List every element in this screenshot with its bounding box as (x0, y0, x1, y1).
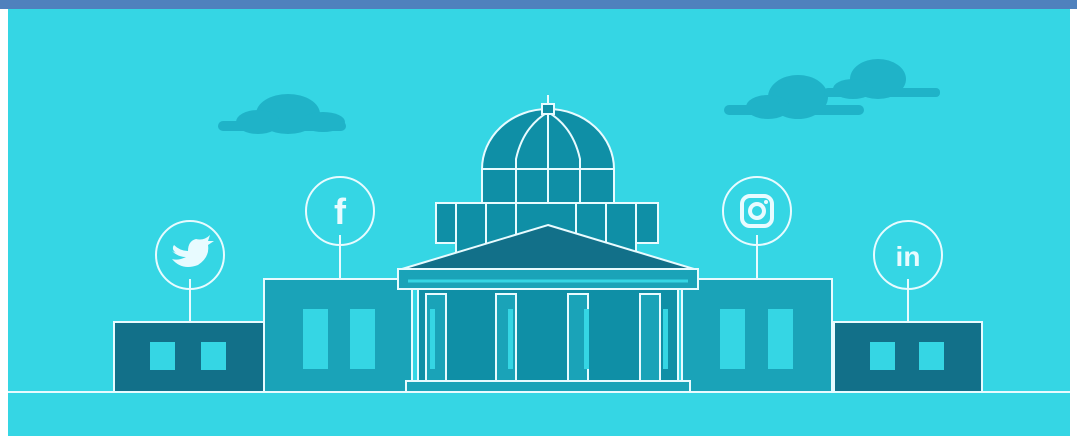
linkedin-icon: in (873, 220, 943, 322)
right-low-wing (833, 321, 983, 393)
government-social-media-illustration: f in (8, 9, 1070, 441)
right-mid-wing (681, 278, 833, 393)
cloud-right (724, 59, 940, 119)
bottom-border (0, 436, 1077, 441)
twitter-icon (155, 220, 225, 322)
left-mid-wing (263, 278, 413, 393)
cloud-left (218, 94, 346, 134)
instagram-icon (722, 176, 792, 279)
facebook-icon: f (305, 176, 375, 279)
portico (397, 223, 699, 393)
illustration-frame: f in (0, 0, 1077, 441)
scene-svg: f in (8, 59, 1070, 393)
top-border (0, 0, 1077, 9)
facebook-glyph: f (334, 191, 347, 232)
linkedin-glyph: in (896, 241, 921, 272)
left-low-wing (113, 321, 267, 393)
